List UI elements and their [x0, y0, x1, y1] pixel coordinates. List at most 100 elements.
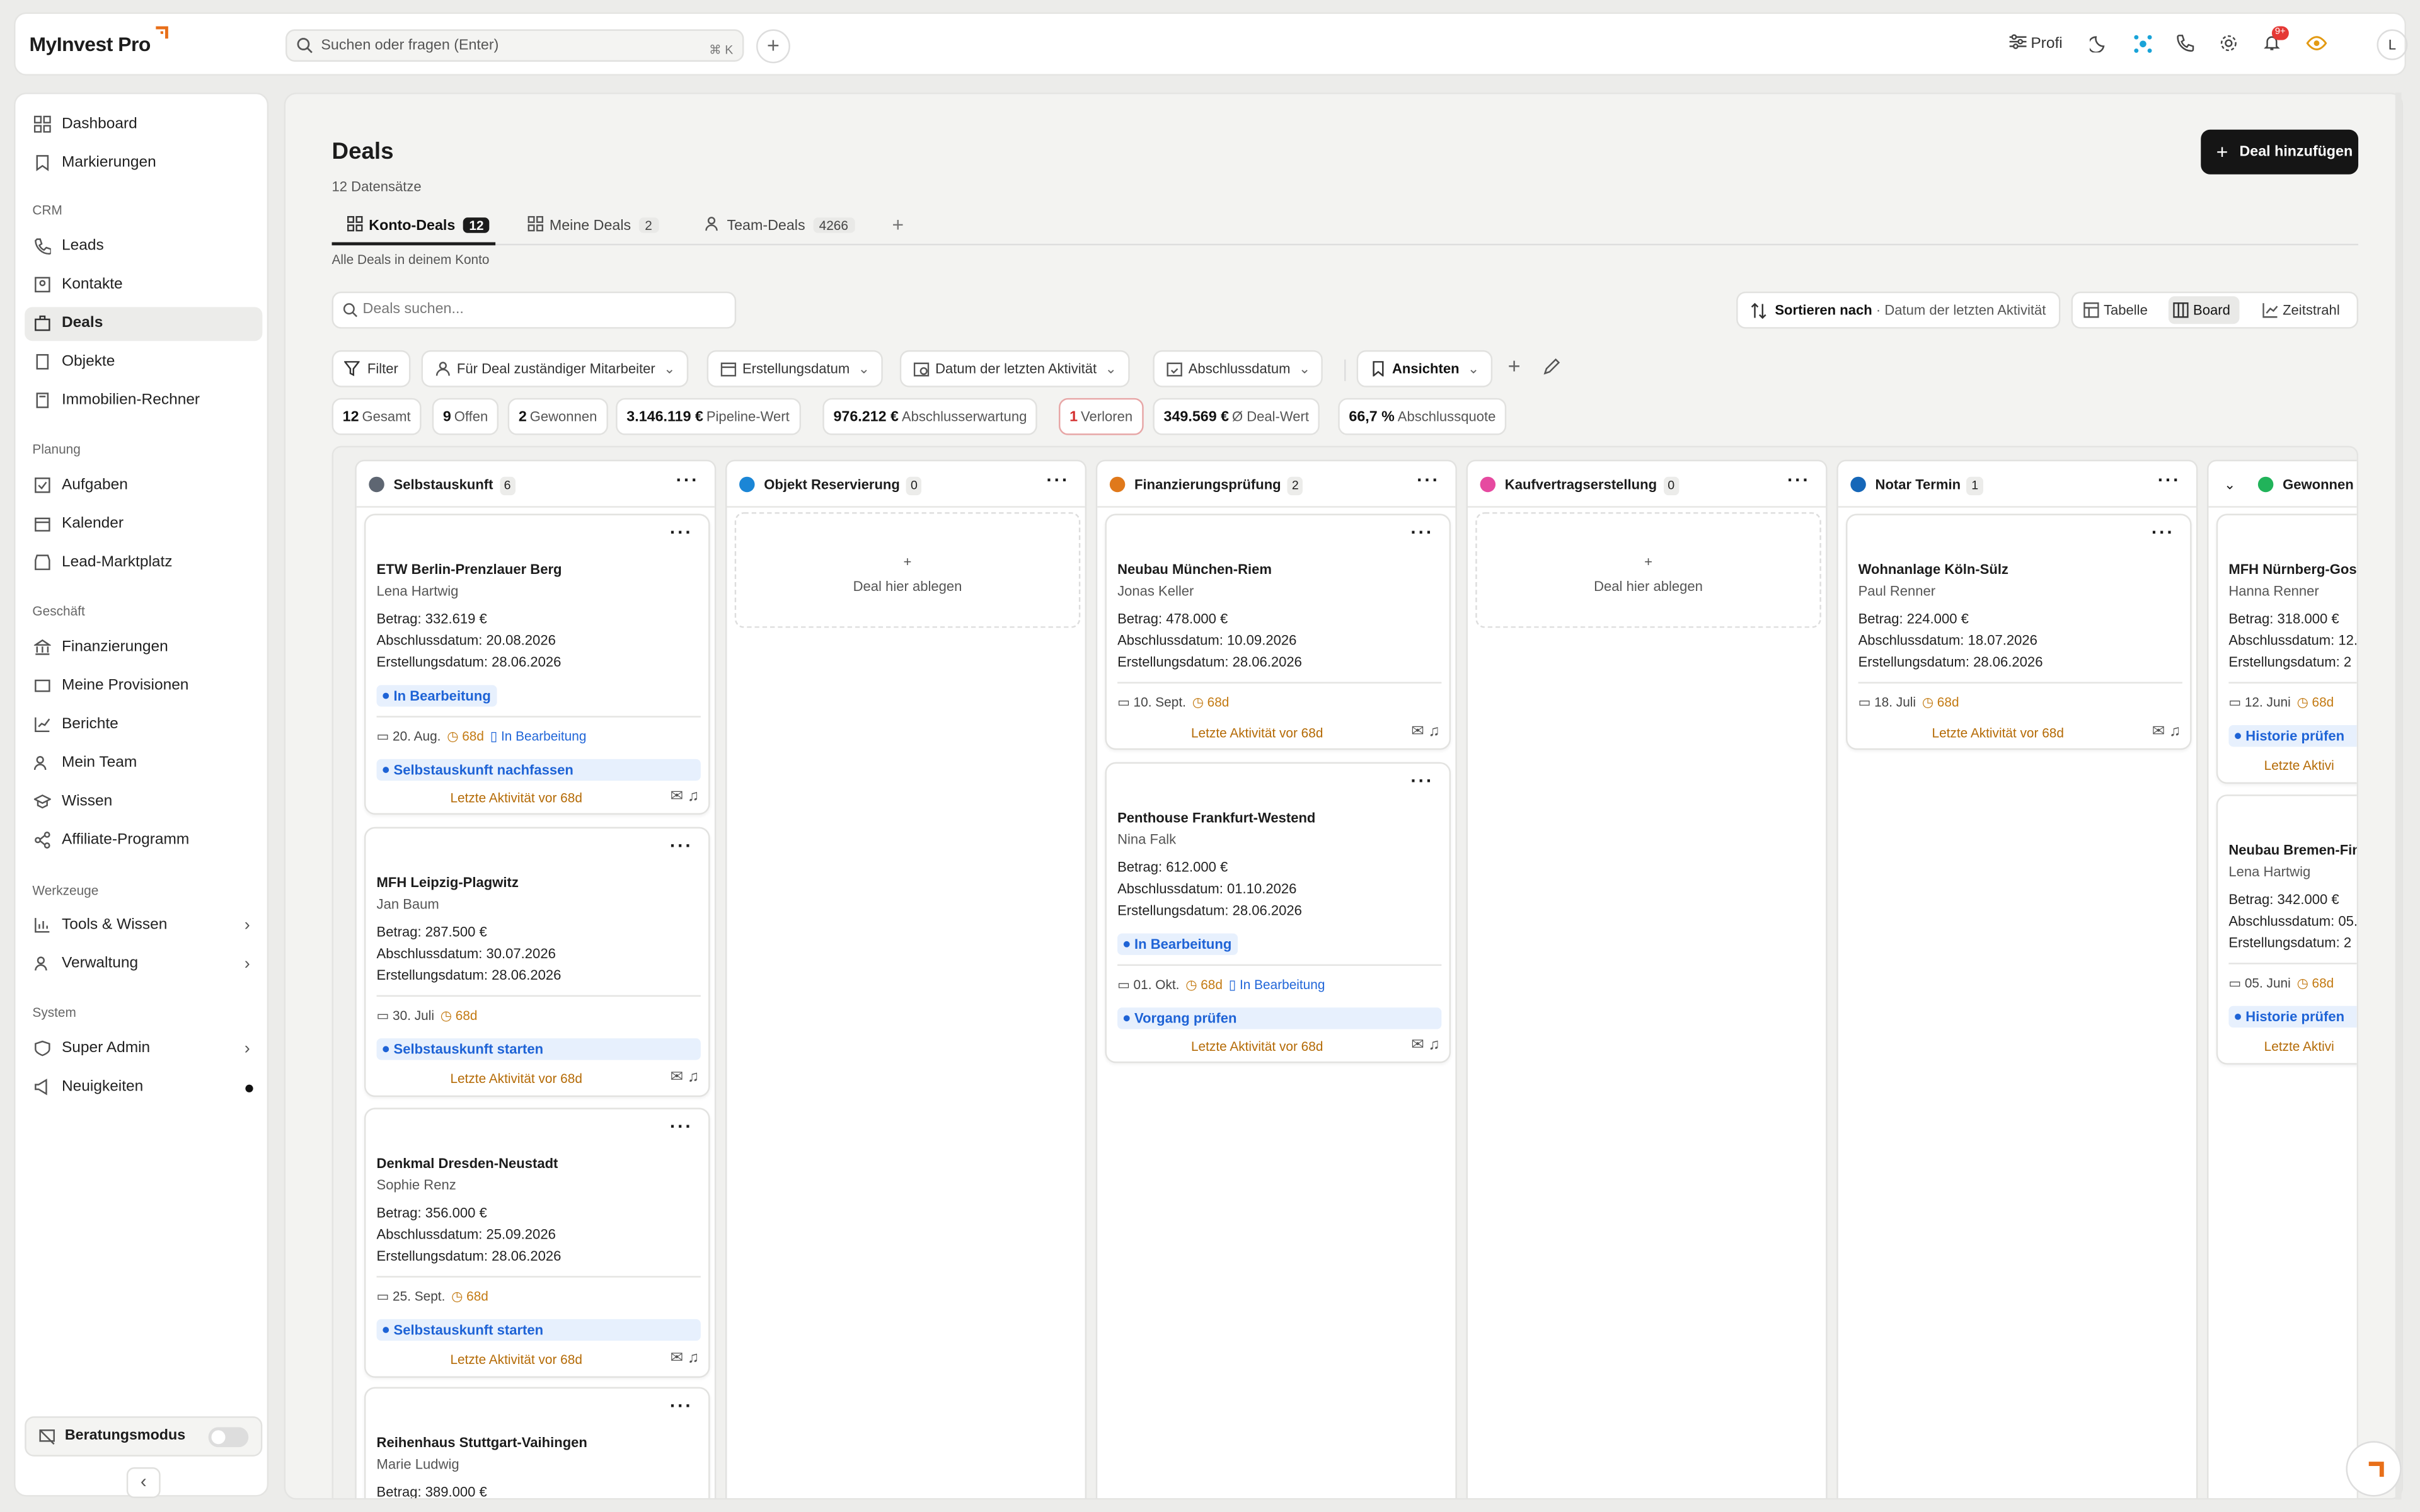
profile-mode-button[interactable]: Profi [2009, 34, 2063, 52]
calendar-icon: ▭ [376, 1288, 389, 1304]
sort-dropdown[interactable]: Sortieren nach · Datum der letzten Aktiv… [1736, 291, 2061, 329]
ansichten-dropdown[interactable]: Ansichten ⌄ [1356, 350, 1492, 387]
deal-card[interactable]: Neubau Bremen-Findorff Lena Hartwig Betr… [2216, 794, 2357, 1065]
deal-card[interactable]: ··· Wohnanlage Köln-Sülz Paul Renner Bet… [1846, 513, 2192, 750]
sidebar-item-kontakte[interactable]: Kontakte [25, 268, 262, 302]
card-actions[interactable]: ✉ ♫ [671, 1069, 700, 1086]
more-icon[interactable]: ··· [670, 1395, 693, 1416]
tab-team-deals[interactable]: Team-Deals 4266 [702, 212, 855, 243]
deal-title: Penthouse Frankfurt-Westend [1117, 810, 1316, 826]
drop-zone[interactable]: + Deal hier ablegen [734, 512, 1081, 628]
eye-icon[interactable] [2306, 34, 2327, 52]
tab-konto-deals[interactable]: Konto-Deals 12 [344, 212, 490, 243]
assistant-fab-button[interactable] [2346, 1441, 2402, 1497]
phone-icon[interactable] [2176, 34, 2194, 52]
card-actions[interactable]: ✉ ♫ [2152, 724, 2181, 741]
deal-card[interactable]: ··· Penthouse Frankfurt-Westend Nina Fal… [1105, 762, 1451, 1063]
moon-icon[interactable] [2089, 34, 2108, 53]
add-view-button[interactable]: + [1508, 353, 1521, 378]
add-deal-button[interactable]: + Deal hinzufügen [2201, 129, 2359, 175]
collapse-sidebar-button[interactable]: ‹ [126, 1467, 161, 1498]
next-task[interactable]: Selbstauskunft starten [376, 1038, 701, 1060]
deal-card[interactable]: ··· ETW Berlin-Prenzlauer Berg Lena Hart… [364, 513, 710, 815]
chevron-down-icon[interactable]: ⌄ [2224, 461, 2235, 507]
next-task[interactable]: Selbstauskunft starten [376, 1319, 701, 1341]
view-zeitstrahl[interactable]: Zeitstrahl [2258, 296, 2346, 324]
sidebar-item-mein-team[interactable]: Mein Team [25, 747, 262, 781]
bell-icon: ♫ [688, 1349, 700, 1367]
quick-add-button[interactable]: + [756, 29, 790, 64]
drop-zone[interactable]: + Deal hier ablegen [1475, 512, 1821, 628]
more-icon[interactable]: ··· [1417, 457, 1440, 503]
view-tabelle[interactable]: Tabelle [2079, 296, 2157, 324]
beratungsmodus-toggle-row[interactable]: Beratungsmodus [25, 1416, 263, 1457]
global-search-input[interactable]: Suchen oder fragen (Enter) ⌘ K [285, 29, 744, 62]
more-icon[interactable]: ··· [1046, 457, 1069, 503]
sidebar-item-kalender[interactable]: Kalender [25, 508, 262, 542]
sidebar-item-lead-marktplatz[interactable]: Lead-Marktplatz [25, 546, 262, 580]
sidebar-item-aufgaben[interactable]: Aufgaben [25, 469, 262, 503]
filter-button[interactable]: Filter [331, 350, 411, 387]
pencil-icon[interactable] [1543, 358, 1560, 375]
card-actions[interactable]: ✉ ♫ [1411, 724, 1440, 741]
deal-card[interactable]: MFH Nürnberg-Gostenhof Hanna Renner Betr… [2216, 513, 2357, 784]
deal-created-date: Erstellungsdatum: 28.06.2026 [376, 654, 562, 670]
more-icon[interactable]: ··· [2158, 457, 2181, 503]
filter-erstellungsdatum[interactable]: Erstellungsdatum ⌄ [706, 350, 882, 387]
card-actions[interactable]: ✉ ♫ [1411, 1037, 1440, 1054]
filter-zustaendiger-mitarbeiter[interactable]: Für Deal zuständiger Mitarbeiter ⌄ [421, 350, 688, 387]
stat-deal-wert: 349.569 € Ø Deal-Wert [1153, 398, 1320, 435]
more-icon[interactable]: ··· [676, 457, 700, 503]
column-objekt-reservierung: Objekt Reservierung 0 ··· + Deal hier ableg… [725, 457, 1087, 1498]
filter-abschlussdatum[interactable]: Abschlussdatum ⌄ [1153, 350, 1323, 387]
more-icon[interactable]: ··· [1410, 770, 1434, 791]
deal-card[interactable]: ··· Neubau München-Riem Jonas Keller Bet… [1105, 513, 1451, 750]
sidebar-item-super-admin[interactable]: Super Admin › [25, 1032, 262, 1066]
more-icon[interactable]: ··· [1787, 457, 1811, 503]
ai-sparkle-icon[interactable] [2133, 34, 2153, 54]
next-task[interactable]: Historie prüfen [2228, 1005, 2357, 1028]
next-task[interactable]: Vorgang prüfen [1117, 1007, 1442, 1029]
deal-card[interactable]: ··· Reihenhaus Stuttgart-Vaihingen Marie… [364, 1387, 710, 1498]
sidebar-item-leads[interactable]: Leads [25, 230, 262, 264]
notifications-button[interactable]: 9+ [2262, 26, 2289, 57]
gear-icon[interactable] [2220, 34, 2238, 52]
sidebar-item-wissen[interactable]: Wissen [25, 786, 262, 820]
sidebar-item-affiliate-programm[interactable]: Affiliate-Programm [25, 824, 262, 858]
sidebar-item-neuigkeiten[interactable]: Neuigkeiten [25, 1071, 262, 1105]
next-task[interactable]: Selbstauskunft nachfassen [376, 759, 701, 781]
sidebar-item-deals[interactable]: Deals [25, 307, 263, 341]
deal-card[interactable]: ··· MFH Leipzig-Plagwitz Jan Baum Betrag… [364, 827, 710, 1097]
view-board[interactable]: Board [2168, 296, 2240, 324]
sidebar-item-markierungen[interactable]: Markierungen [25, 147, 262, 181]
beratungsmodus-switch[interactable] [208, 1427, 249, 1448]
deals-search-input[interactable]: Deals suchen... [331, 291, 737, 329]
tab-meine-deals[interactable]: Meine Deals 2 [525, 212, 659, 243]
filter-letzte-aktivitaet[interactable]: Datum der letzten Aktivität ⌄ [899, 350, 1129, 387]
sidebar-item-objekte[interactable]: Objekte [25, 346, 262, 380]
more-icon[interactable]: ··· [1410, 522, 1434, 543]
sidebar-item-dashboard[interactable]: Dashboard [25, 108, 262, 142]
sidebar-item-finanzierungen[interactable]: Finanzierungen [25, 631, 262, 665]
deal-person: Jonas Keller [1117, 583, 1194, 599]
app-logo[interactable]: MyInvest Pro [30, 26, 168, 55]
notification-badge: 9+ [2271, 26, 2289, 40]
add-tab-button[interactable]: + [869, 212, 904, 243]
sidebar-item-tools-wissen[interactable]: Tools & Wissen › [25, 908, 262, 942]
deal-card[interactable]: ··· Denkmal Dresden-Neustadt Sophie Renz… [364, 1108, 710, 1378]
deal-title: Neubau München-Riem [1117, 561, 1272, 577]
sidebar-item-berichte[interactable]: Berichte [25, 708, 262, 742]
user-avatar[interactable]: L [2377, 29, 2408, 60]
more-icon[interactable]: ··· [670, 835, 693, 856]
sidebar-item-meine-provisionen[interactable]: Meine Provisionen [25, 670, 262, 704]
more-icon[interactable]: ··· [2152, 522, 2175, 543]
deal-title: Wohnanlage Köln-Sülz [1858, 561, 2008, 577]
card-actions[interactable]: ✉ ♫ [671, 1350, 700, 1367]
sidebar-item-verwaltung[interactable]: Verwaltung › [25, 948, 262, 982]
card-actions[interactable]: ✉ ♫ [671, 788, 700, 805]
more-icon[interactable]: ··· [670, 1116, 693, 1137]
next-task[interactable]: Historie prüfen [2228, 725, 2357, 747]
more-icon[interactable]: ··· [670, 522, 693, 543]
sidebar-item-immobilien-rechner[interactable]: Immobilien-Rechner [25, 384, 262, 418]
page-scrollbar[interactable] [2395, 92, 2402, 1500]
